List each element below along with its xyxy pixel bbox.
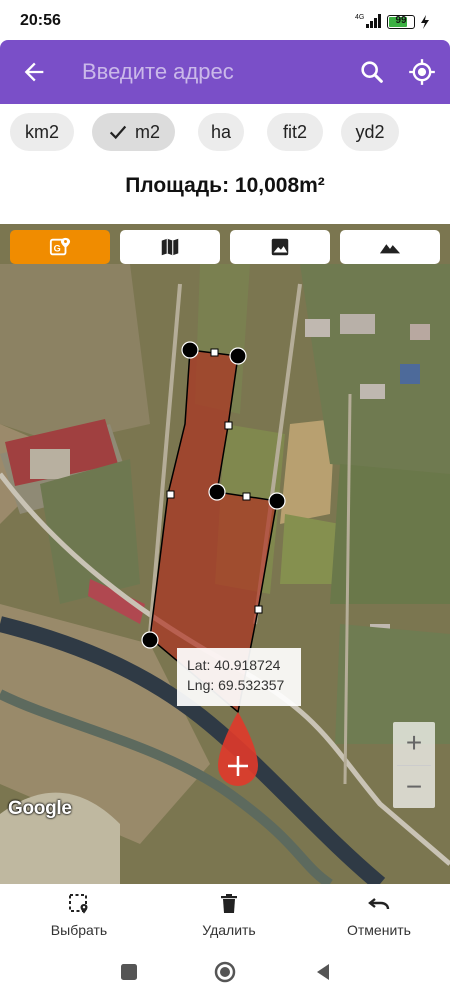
unit-chip-yd2[interactable]: yd2 (341, 113, 399, 151)
check-icon (109, 125, 127, 140)
unit-chip-label: fit2 (282, 121, 307, 142)
unit-chip-m2[interactable]: m2 (92, 113, 175, 151)
unit-chip-label: m2 (134, 121, 160, 142)
terrain-icon (379, 244, 401, 254)
battery-level: 99 (395, 15, 407, 26)
undo-icon (368, 898, 390, 910)
home-icon[interactable] (214, 961, 236, 983)
trash-icon (221, 894, 237, 913)
system-nav-bar (0, 946, 450, 1000)
map-type-hybrid[interactable]: G (10, 230, 110, 264)
my-location-icon[interactable] (408, 58, 436, 86)
satellite-image-icon (271, 238, 289, 256)
recent-apps-icon[interactable] (118, 961, 140, 983)
undo-label: Отменить (347, 922, 411, 938)
zoom-in-button[interactable]: + (393, 722, 435, 764)
drag-marker-icon[interactable] (214, 710, 262, 796)
address-search-input[interactable] (82, 54, 342, 90)
delete-label: Удалить (202, 922, 256, 938)
unit-chip-label: yd2 (355, 121, 385, 142)
select-area-icon (69, 894, 88, 914)
undo-button[interactable]: Отменить (324, 892, 434, 942)
bottom-toolbar: Выбрать Удалить Отменить (0, 884, 450, 946)
latitude-label: Lat: 40.918724 (187, 657, 281, 673)
zoom-controls: + − (393, 722, 435, 808)
delete-button[interactable]: Удалить (174, 892, 284, 942)
unit-chip-fit2[interactable]: fit2 (267, 113, 323, 151)
google-attribution: Google (8, 798, 72, 819)
unit-chip-label: km2 (24, 121, 59, 142)
unit-chip-label: ha (210, 121, 232, 142)
svg-text:G: G (54, 244, 61, 254)
zoom-out-button[interactable]: − (393, 766, 435, 808)
network-type: 4G (355, 14, 365, 21)
unit-chip-km2[interactable]: km2 (10, 113, 74, 151)
map-type-road[interactable] (120, 230, 220, 264)
charging-icon (421, 15, 429, 29)
select-label: Выбрать (50, 922, 108, 938)
units-selector: km2 m2 ha fit2 yd2 (0, 104, 450, 160)
longitude-label: Lng: 69.532357 (187, 677, 285, 693)
app-bar (0, 40, 450, 104)
back-arrow-icon[interactable] (20, 58, 48, 86)
battery-icon: 99 (387, 15, 415, 29)
map-icon (161, 238, 179, 256)
area-value: Площадь: 10,008m² (125, 174, 325, 197)
search-icon[interactable] (358, 58, 386, 86)
coordinates-popup: Lat: 40.918724 Lng: 69.532357 (177, 648, 301, 706)
select-button[interactable]: Выбрать (24, 892, 134, 942)
map-type-satellite[interactable] (230, 230, 330, 264)
unit-chip-ha[interactable]: ha (198, 113, 244, 151)
signal-icon (366, 14, 381, 28)
satellite-map[interactable]: G Lat: 40.918724 Lng: 69.532357 + − Goog… (0, 224, 450, 884)
back-icon[interactable] (312, 961, 334, 983)
status-bar: 20:56 4G 99 (0, 0, 450, 40)
area-display: Площадь: 10,008m² (0, 160, 450, 224)
status-time: 20:56 (20, 12, 61, 29)
map-type-terrain[interactable] (340, 230, 440, 264)
hybrid-map-icon: G (49, 237, 71, 256)
